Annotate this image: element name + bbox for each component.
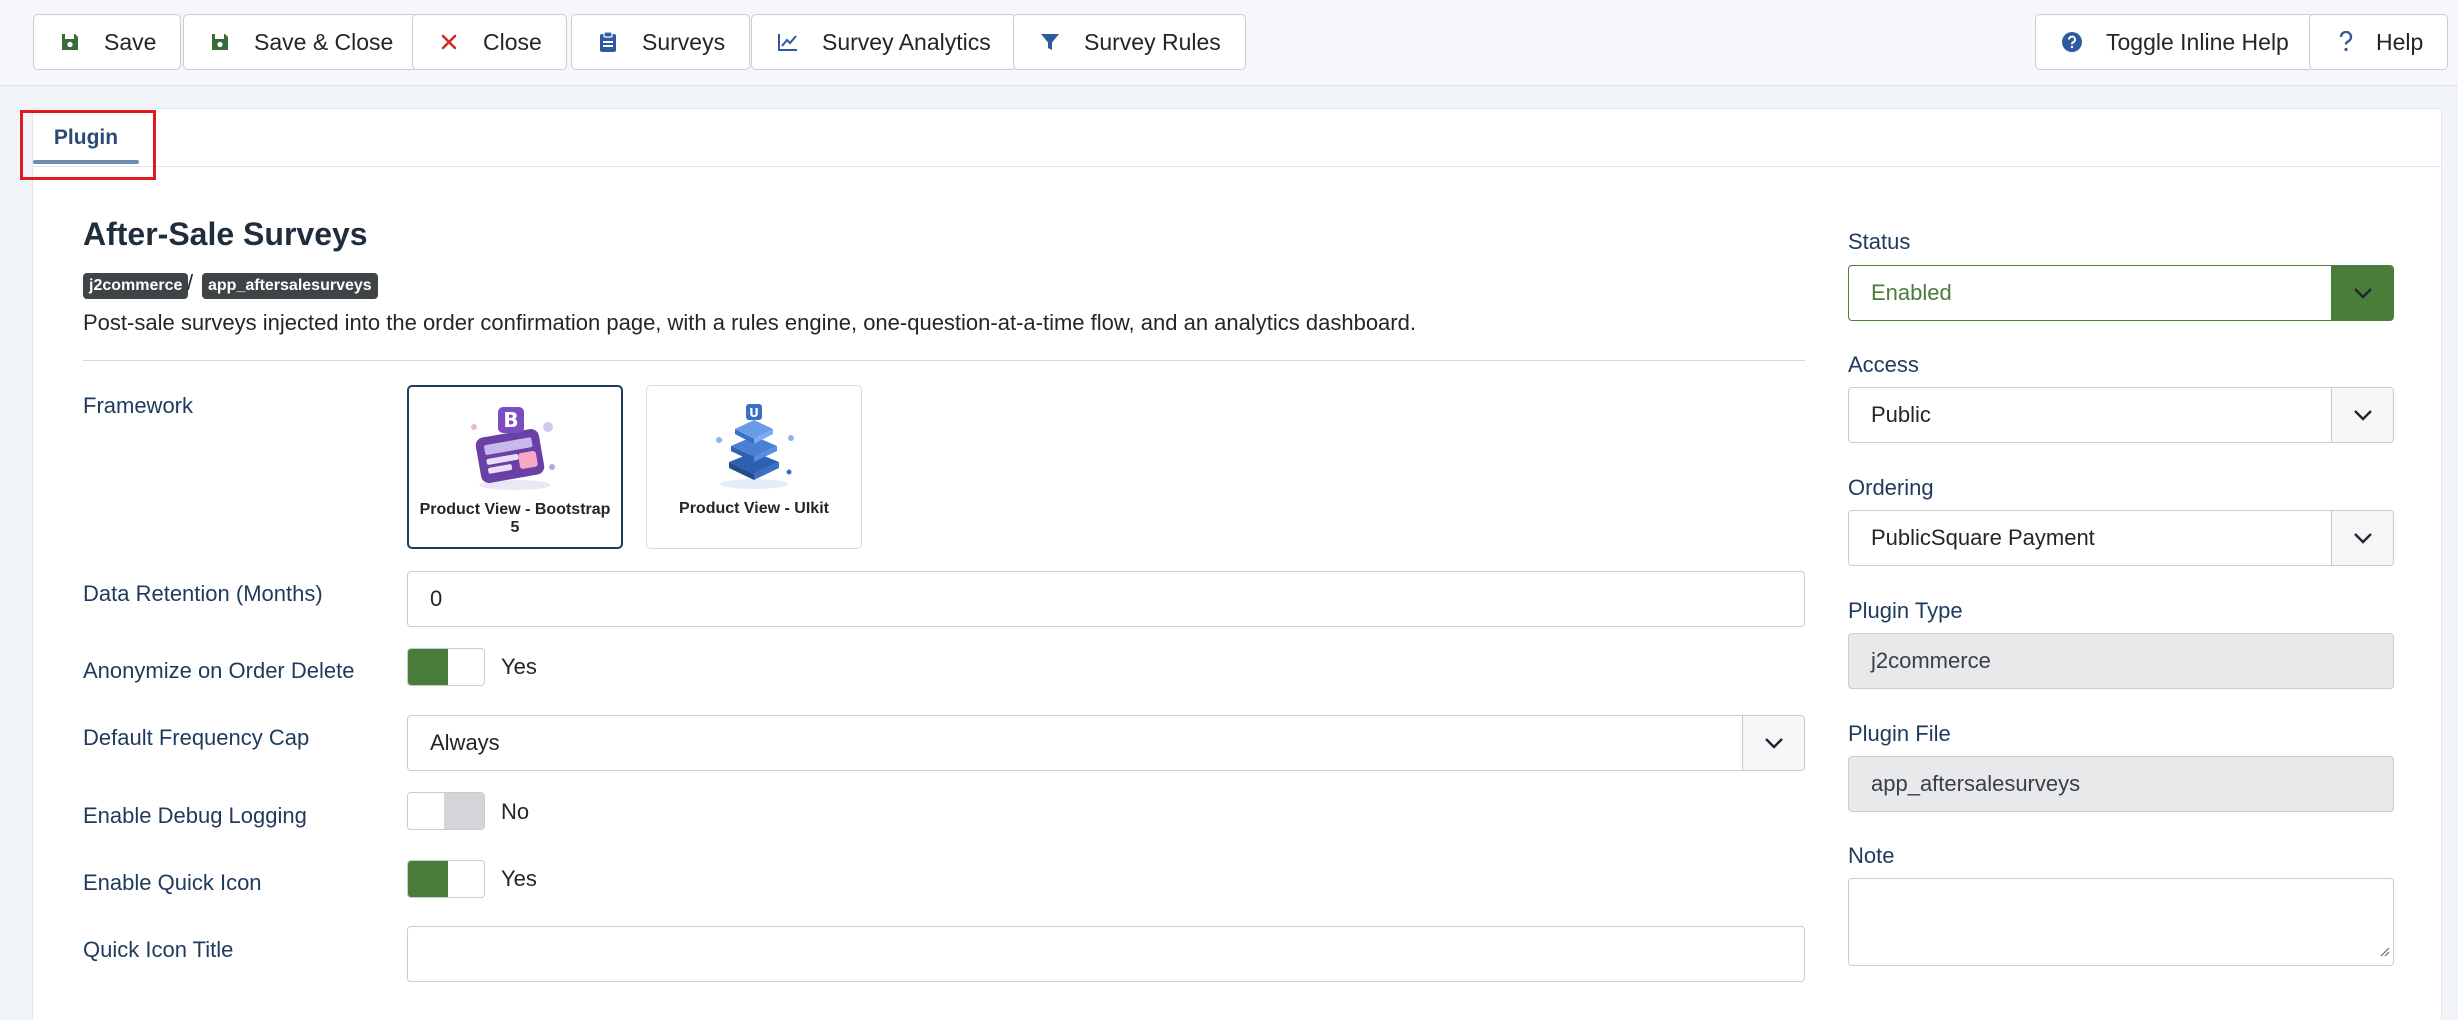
frequency-cap-value: Always [430, 730, 500, 755]
uikit-product-view-icon: U [647, 396, 861, 496]
toolbar: Save Save & Close Close Surveys Survey A… [0, 0, 2458, 86]
framework-option-uikit[interactable]: U Product View - UIkit [646, 385, 862, 549]
frequency-cap-select[interactable]: Always [407, 715, 1805, 771]
toggle-knob [444, 793, 484, 829]
ordering-value: PublicSquare Payment [1871, 525, 2095, 550]
anonymize-label: Anonymize on Order Delete [83, 658, 355, 683]
plugin-type-label: Plugin Type [1848, 598, 1963, 623]
chevron-down-icon [1742, 716, 1804, 770]
framework-option-name: Product View - UIkit [679, 500, 829, 517]
quick-icon-toggle[interactable] [407, 860, 485, 898]
access-select[interactable]: Public [1848, 387, 2394, 443]
access-label: Access [1848, 352, 1919, 377]
quick-icon-state: Yes [501, 866, 537, 891]
quick-icon-title-label: Quick Icon Title [83, 937, 234, 962]
help-label: Help [2376, 28, 2424, 55]
toggle-inline-help-label: Toggle Inline Help [2106, 28, 2289, 55]
svg-text:U: U [749, 406, 759, 420]
close-icon [437, 30, 461, 54]
floppy-disk-icon [208, 30, 232, 54]
svg-text:B: B [503, 408, 518, 432]
ordering-select[interactable]: PublicSquare Payment [1848, 510, 2394, 566]
bootstrap-product-view-icon: B [409, 397, 621, 497]
debug-logging-state: No [501, 799, 530, 824]
extension-title: After-Sale Surveys [83, 216, 368, 252]
debug-logging-toggle[interactable] [407, 792, 485, 830]
plugin-element-badge: app_aftersalesurveys [202, 273, 378, 299]
status-label: Status [1848, 229, 1911, 254]
survey-rules-label: Survey Rules [1084, 28, 1221, 55]
anonymize-state: Yes [501, 654, 537, 679]
survey-rules-button[interactable]: Survey Rules [1013, 14, 1246, 70]
ordering-label: Ordering [1848, 475, 1934, 500]
plugin-file-field: app_aftersalesurveys [1848, 756, 2394, 812]
note-textarea[interactable] [1848, 878, 2394, 966]
survey-analytics-button[interactable]: Survey Analytics [751, 14, 1016, 70]
chevron-down-icon [2331, 511, 2393, 565]
question-icon [2334, 30, 2358, 54]
plugin-group-badge: j2commerce [83, 273, 189, 299]
save-label: Save [104, 28, 157, 55]
divider [83, 360, 1805, 361]
chevron-down-icon [2331, 266, 2393, 320]
status-value: Enabled [1871, 280, 1952, 305]
close-button[interactable]: Close [412, 14, 567, 70]
quick-icon-label: Enable Quick Icon [83, 870, 262, 895]
active-tab-indicator [33, 160, 139, 164]
save-and-close-label: Save & Close [254, 28, 394, 55]
plugin-file-value: app_aftersalesurveys [1871, 771, 2081, 796]
line-chart-icon [776, 30, 800, 54]
resize-handle-icon[interactable] [2378, 944, 2390, 962]
framework-label: Framework [83, 393, 194, 418]
help-button[interactable]: Help [2309, 14, 2449, 70]
tab-plugin[interactable]: Plugin [33, 109, 139, 167]
plugin-file-label: Plugin File [1848, 721, 1951, 746]
data-retention-value: 0 [430, 586, 443, 611]
quick-icon-title-input[interactable] [407, 926, 1805, 982]
toggle-knob [408, 861, 448, 897]
surveys-label: Surveys [642, 28, 726, 55]
survey-analytics-label: Survey Analytics [822, 28, 991, 55]
surveys-button[interactable]: Surveys [571, 14, 751, 70]
access-value: Public [1871, 402, 1931, 427]
plugin-type-value: j2commerce [1871, 648, 1991, 673]
close-label: Close [483, 28, 542, 55]
chevron-down-icon [2331, 388, 2393, 442]
plugin-type-field: j2commerce [1848, 633, 2394, 689]
note-label: Note [1848, 843, 1895, 868]
framework-option-name: Product View - Bootstrap 5 [419, 501, 611, 536]
clipboard-icon [596, 30, 620, 54]
framework-option-bootstrap5[interactable]: B Product View - Bootstrap 5 [407, 385, 623, 549]
extension-description: Post-sale surveys injected into the orde… [83, 310, 1416, 335]
data-retention-input[interactable]: 0 [407, 571, 1805, 627]
save-button[interactable]: Save [33, 14, 182, 70]
anonymize-toggle[interactable] [407, 648, 485, 686]
toggle-knob [408, 649, 448, 685]
toggle-inline-help-button[interactable]: Toggle Inline Help [2035, 14, 2314, 70]
status-select[interactable]: Enabled [1848, 265, 2394, 321]
floppy-disk-icon [58, 30, 82, 54]
frequency-cap-label: Default Frequency Cap [83, 725, 310, 750]
tab-bar: Plugin [33, 109, 2441, 167]
tab-plugin-label: Plugin [53, 126, 119, 149]
save-and-close-button[interactable]: Save & Close [183, 14, 419, 70]
debug-logging-label: Enable Debug Logging [83, 803, 307, 828]
filter-icon [1038, 30, 1062, 54]
badge-separator: / [187, 270, 194, 295]
question-circle-icon [2060, 30, 2084, 54]
data-retention-label: Data Retention (Months) [83, 581, 323, 606]
